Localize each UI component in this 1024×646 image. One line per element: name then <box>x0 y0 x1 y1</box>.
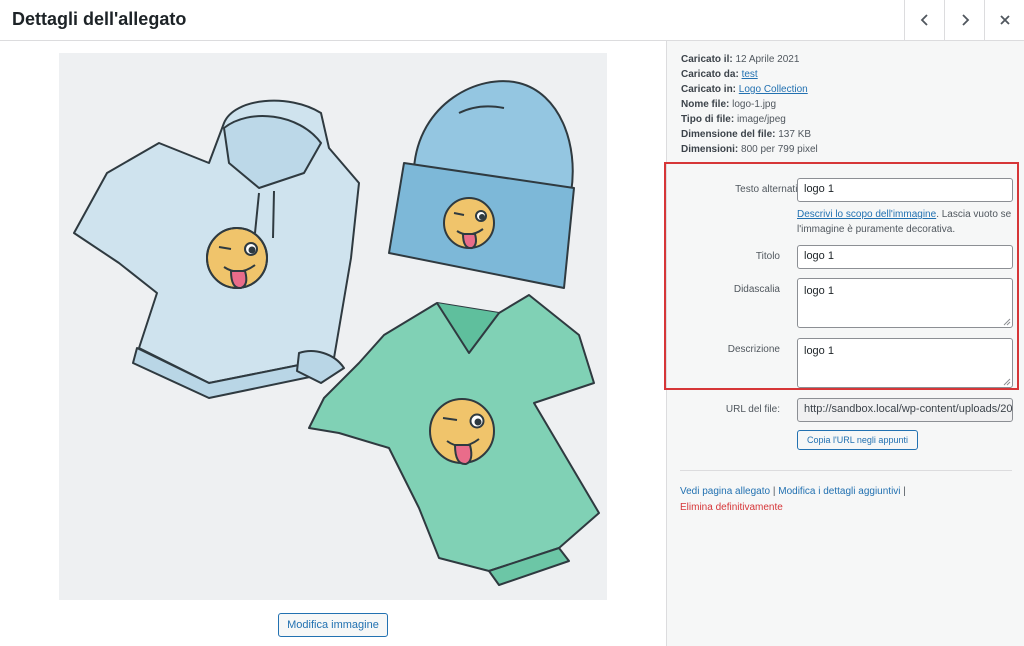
description-textarea[interactable]: logo 1 <box>797 338 1013 388</box>
separator: | <box>900 486 906 497</box>
resize-handle-icon[interactable] <box>1003 378 1011 386</box>
file-type-value: image/jpeg <box>736 114 786 125</box>
caption-textarea[interactable]: logo 1 <box>797 278 1013 328</box>
alt-text-input[interactable]: logo 1 <box>797 178 1013 202</box>
image-preview-panel: Modifica immagine <box>0 41 666 646</box>
close-icon <box>1000 15 1010 25</box>
file-size-value: 137 KB <box>778 129 812 140</box>
file-type-label: Tipo di file: <box>681 114 735 125</box>
resize-handle-icon[interactable] <box>1003 318 1011 326</box>
attachment-image <box>59 53 607 600</box>
alt-text-help: Descrivi lo scopo dell'immagine. Lascia … <box>797 207 1019 237</box>
uploaded-by-label: Caricato da: <box>681 69 739 80</box>
description-value: logo 1 <box>804 345 834 357</box>
title-label: Titolo <box>755 251 780 262</box>
attachment-actions: Vedi pagina allegato | Modifica i dettag… <box>680 484 906 516</box>
alt-text-help-link[interactable]: Descrivi lo scopo dell'immagine <box>797 209 936 220</box>
hoodie-drawing <box>73 99 360 399</box>
clothing-illustration <box>73 80 600 586</box>
uploaded-on-value: 12 Aprile 2021 <box>735 54 800 65</box>
file-details: Caricato il: 12 Aprile 2021 Caricato da:… <box>681 52 818 157</box>
edit-image-button[interactable]: Modifica immagine <box>278 613 388 637</box>
delete-permanently-link[interactable]: Elimina definitivamente <box>680 502 783 513</box>
chevron-right-icon <box>962 14 970 26</box>
file-name-value: logo-1.jpg <box>732 99 777 110</box>
file-size-label: Dimensione del file: <box>681 129 776 140</box>
dimensions-value: 800 per 799 pixel <box>741 144 818 155</box>
description-label: Descrizione <box>727 344 780 355</box>
caption-value: logo 1 <box>804 285 834 297</box>
uploaded-to-link[interactable]: Logo Collection <box>739 84 808 95</box>
view-attachment-page-link[interactable]: Vedi pagina allegato <box>680 486 770 497</box>
file-url-label: URL del file: <box>725 404 780 415</box>
title-input[interactable]: logo 1 <box>797 245 1013 269</box>
uploaded-on-label: Caricato il: <box>681 54 733 65</box>
beanie-drawing <box>388 80 575 289</box>
previous-button[interactable] <box>904 0 945 40</box>
next-button[interactable] <box>944 0 985 40</box>
edit-more-details-link[interactable]: Modifica i dettagli aggiuntivi <box>778 486 900 497</box>
modal-header: Dettagli dell'allegato <box>0 0 1024 41</box>
file-name-label: Nome file: <box>681 99 730 110</box>
divider <box>680 470 1012 471</box>
caption-label: Didascalia <box>733 284 780 295</box>
dimensions-label: Dimensioni: <box>681 144 739 155</box>
separator: | <box>770 486 779 497</box>
alt-text-label: Testo alternativo <box>735 184 808 195</box>
chevron-left-icon <box>920 14 928 26</box>
copy-url-button[interactable]: Copia l'URL negli appunti <box>797 430 918 450</box>
tshirt-drawing <box>308 294 600 586</box>
file-url-input[interactable]: http://sandbox.local/wp-content/uploads/… <box>797 398 1013 422</box>
uploaded-to-label: Caricato in: <box>681 84 737 95</box>
uploaded-by-link[interactable]: test <box>742 69 758 80</box>
close-button[interactable] <box>984 0 1024 40</box>
modal-title: Dettagli dell'allegato <box>12 9 187 29</box>
